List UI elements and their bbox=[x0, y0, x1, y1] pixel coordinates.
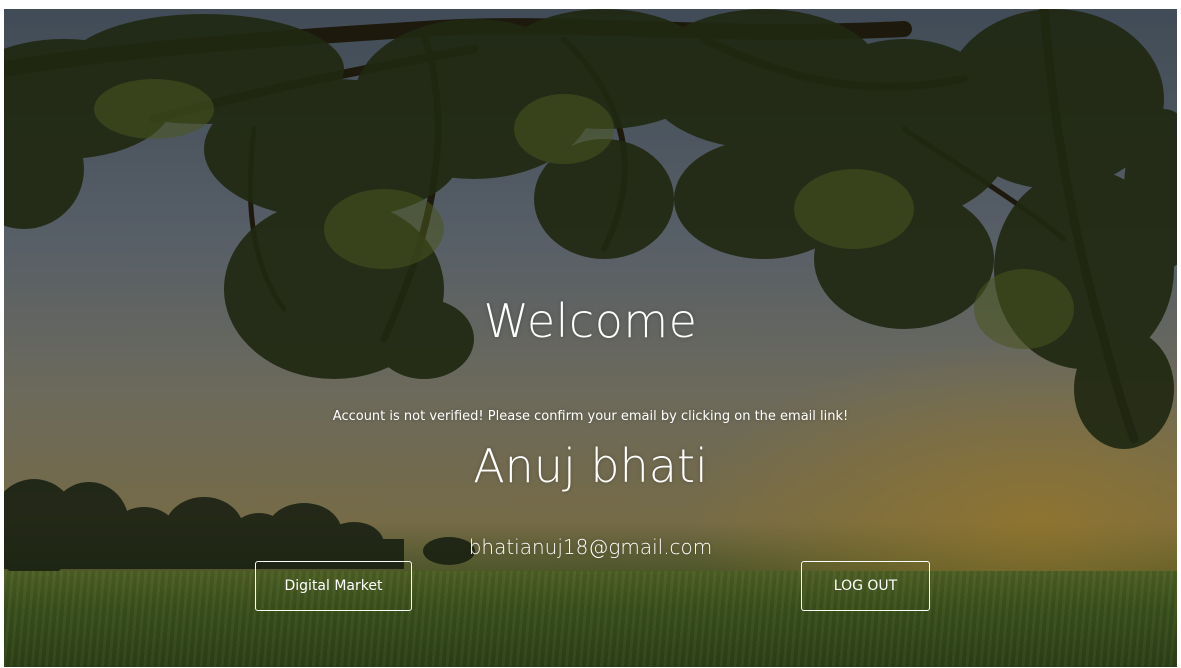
user-email: bhatianuj18@gmail.com bbox=[468, 535, 713, 559]
digital-market-button[interactable]: Digital Market bbox=[255, 561, 412, 611]
hero-section: Welcome Account is not verified! Please … bbox=[4, 9, 1177, 667]
welcome-title: Welcome bbox=[483, 294, 698, 348]
logout-button[interactable]: LOG OUT bbox=[801, 561, 930, 611]
verification-notice: Account is not verified! Please confirm … bbox=[332, 409, 849, 424]
user-name: Anuj bhati bbox=[473, 439, 708, 493]
